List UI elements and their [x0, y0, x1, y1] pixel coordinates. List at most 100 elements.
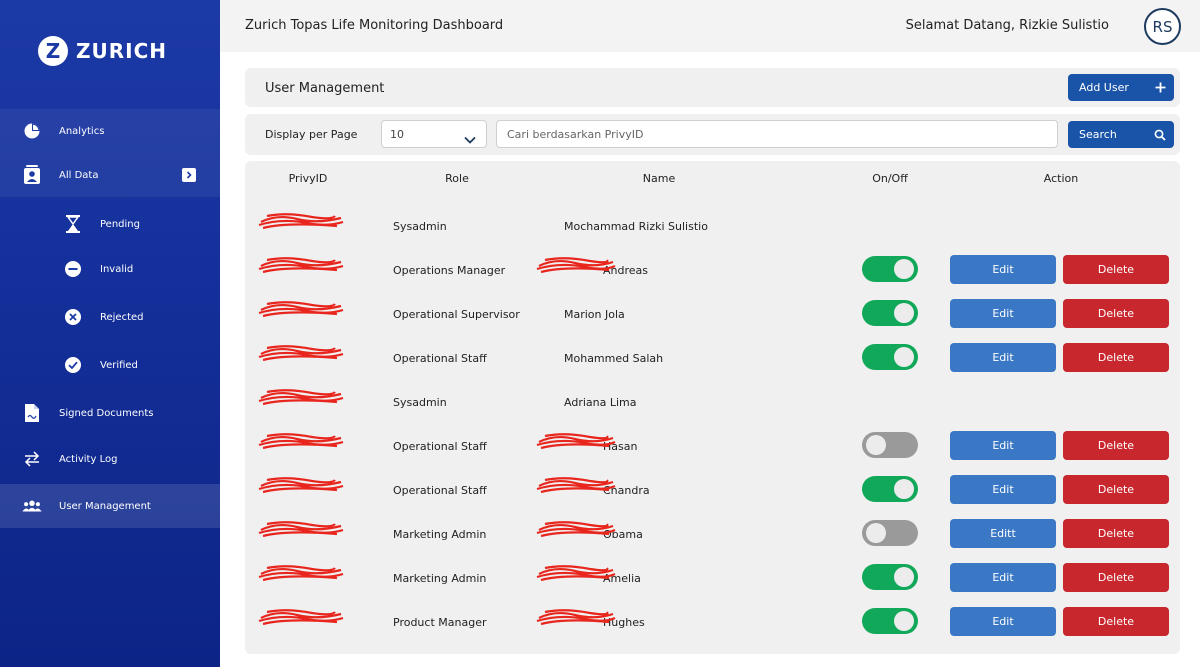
- sidebar-item-label: Activity Log: [59, 453, 118, 465]
- sidebar-item-label: Invalid: [100, 263, 134, 275]
- delete-button[interactable]: Delete: [1063, 607, 1169, 636]
- status-toggle[interactable]: [862, 344, 918, 370]
- page-title: Zurich Topas Life Monitoring Dashboard: [245, 18, 504, 33]
- status-toggle[interactable]: [862, 432, 918, 458]
- status-toggle[interactable]: [862, 608, 918, 634]
- column-header-on-off: On/Off: [872, 172, 908, 185]
- toggle-knob: [894, 347, 914, 367]
- role-cell: Operational Staff: [393, 484, 487, 497]
- edit-button[interactable]: Editt: [950, 519, 1056, 548]
- delete-button[interactable]: Delete: [1063, 343, 1169, 372]
- search-button[interactable]: Search: [1068, 121, 1174, 148]
- redacted-name: [535, 518, 619, 544]
- table-row: Sysadmin Mochammad Rizki Sulistio: [245, 206, 1180, 250]
- table-row: Operational Supervisor Marion Jola Edit Del…: [245, 294, 1180, 338]
- avatar[interactable]: RS: [1144, 8, 1181, 45]
- delete-button[interactable]: Delete: [1063, 475, 1169, 504]
- redacted-privyid: [257, 342, 347, 368]
- edit-button[interactable]: Edit: [950, 299, 1056, 328]
- plus-icon: [1155, 82, 1166, 93]
- table-row: Marketing Admin Obama Editt Delete: [245, 514, 1180, 558]
- add-user-label: Add User: [1079, 81, 1129, 94]
- toggle-knob: [866, 435, 886, 455]
- table-row: Operations Manager Andreas Edit Delete: [245, 250, 1180, 294]
- sidebar-item-activity-log[interactable]: Activity Log: [0, 437, 220, 481]
- sidebar-item-invalid[interactable]: Invalid: [0, 247, 220, 291]
- table-row: Marketing Admin Amelia Edit Delete: [245, 558, 1180, 602]
- status-toggle[interactable]: [862, 564, 918, 590]
- display-per-page-select[interactable]: 10: [381, 120, 487, 148]
- sidebar-item-label: User Management: [59, 500, 151, 512]
- edit-button[interactable]: Edit: [950, 563, 1056, 592]
- edit-button[interactable]: Edit: [950, 431, 1056, 460]
- role-cell: Sysadmin: [393, 220, 447, 233]
- sidebar-item-label: Analytics: [59, 125, 105, 137]
- brand-name: ZURICH: [76, 39, 167, 63]
- table-row: Operational Staff Hasan Edit Delete: [245, 426, 1180, 470]
- sidebar-item-verified[interactable]: Verified: [0, 343, 220, 387]
- swap-arrows-icon: [22, 449, 42, 469]
- toggle-knob: [894, 303, 914, 323]
- redacted-privyid: [257, 562, 347, 588]
- delete-button[interactable]: Delete: [1063, 563, 1169, 592]
- sidebar-item-rejected[interactable]: Rejected: [0, 295, 220, 339]
- delete-button[interactable]: Delete: [1063, 519, 1169, 548]
- top-header: Zurich Topas Life Monitoring Dashboard S…: [220, 0, 1200, 52]
- sidebar-item-label: All Data: [59, 169, 99, 181]
- edit-button[interactable]: Edit: [950, 343, 1056, 372]
- column-header-name: Name: [642, 172, 676, 185]
- x-circle-icon: [63, 307, 83, 327]
- edit-button[interactable]: Edit: [950, 255, 1056, 284]
- redacted-name: [535, 562, 619, 588]
- delete-button[interactable]: Delete: [1063, 255, 1169, 284]
- sidebar-item-pending[interactable]: Pending: [0, 202, 220, 246]
- user-card-icon: [22, 165, 42, 185]
- search-button-label: Search: [1079, 128, 1117, 141]
- redacted-privyid: [257, 254, 347, 280]
- name-cell: Marion Jola: [564, 308, 625, 321]
- user-table: PrivyID Role Name On/Off Action Sysadmin…: [245, 161, 1180, 654]
- edit-button[interactable]: Edit: [950, 475, 1056, 504]
- role-cell: Operations Manager: [393, 264, 506, 277]
- pie-chart-icon: [22, 121, 42, 141]
- status-toggle[interactable]: [862, 520, 918, 546]
- status-toggle[interactable]: [862, 300, 918, 326]
- sidebar-item-analytics[interactable]: Analytics: [0, 109, 220, 153]
- search-input[interactable]: [496, 120, 1058, 148]
- redacted-privyid: [257, 386, 347, 412]
- section-title: User Management: [265, 81, 385, 96]
- redacted-privyid: [257, 298, 347, 324]
- sidebar-item-all-data[interactable]: All Data: [0, 153, 220, 197]
- table-row: Sysadmin Adriana Lima: [245, 382, 1180, 426]
- document-icon: [22, 403, 42, 423]
- role-cell: Operational Staff: [393, 352, 487, 365]
- role-cell: Operational Staff: [393, 440, 487, 453]
- sidebar: ZURICH Analytics All Data Pending Invali…: [0, 0, 220, 667]
- redacted-name: [535, 606, 619, 632]
- toggle-knob: [894, 479, 914, 499]
- sidebar-item-label: Signed Documents: [59, 407, 154, 419]
- welcome-text: Selamat Datang, Rizkie Sulistio: [905, 18, 1109, 33]
- redacted-privyid: [257, 474, 347, 500]
- toggle-knob: [894, 567, 914, 587]
- zurich-logo-icon: [38, 36, 68, 66]
- delete-button[interactable]: Delete: [1063, 431, 1169, 460]
- chevron-right-icon[interactable]: [182, 168, 196, 182]
- hourglass-icon: [63, 214, 83, 234]
- role-cell: Sysadmin: [393, 396, 447, 409]
- toggle-knob: [866, 523, 886, 543]
- status-toggle[interactable]: [862, 256, 918, 282]
- table-row: Operational Staff Chandra Edit Delete: [245, 470, 1180, 514]
- sidebar-item-signed-documents[interactable]: Signed Documents: [0, 391, 220, 435]
- display-per-page-value: 10: [390, 128, 404, 141]
- column-header-role: Role: [445, 172, 469, 185]
- filter-bar: Display per Page 10 Search: [245, 114, 1180, 155]
- toggle-knob: [894, 259, 914, 279]
- add-user-button[interactable]: Add User: [1068, 74, 1174, 101]
- sidebar-item-user-management[interactable]: User Management: [0, 484, 220, 528]
- redacted-privyid: [257, 430, 347, 456]
- delete-button[interactable]: Delete: [1063, 299, 1169, 328]
- status-toggle[interactable]: [862, 476, 918, 502]
- edit-button[interactable]: Edit: [950, 607, 1056, 636]
- users-icon: [22, 496, 42, 516]
